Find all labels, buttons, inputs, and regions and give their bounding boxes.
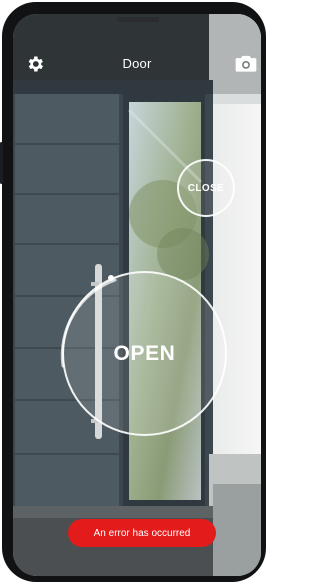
side-button [0,142,3,184]
open-button[interactable]: OPEN [62,271,227,436]
error-toast[interactable]: An error has occurred [68,519,216,547]
app-screen: Door CLOSE OPEN An error has occurred [13,14,261,576]
top-bar: Door [13,52,261,76]
page-title: Door [122,56,152,71]
close-button[interactable]: CLOSE [177,159,235,217]
status-bar [13,14,261,32]
camera-icon[interactable] [235,55,257,73]
speaker-grille [117,17,159,22]
phone-frame: Door CLOSE OPEN An error has occurred [0,2,266,582]
